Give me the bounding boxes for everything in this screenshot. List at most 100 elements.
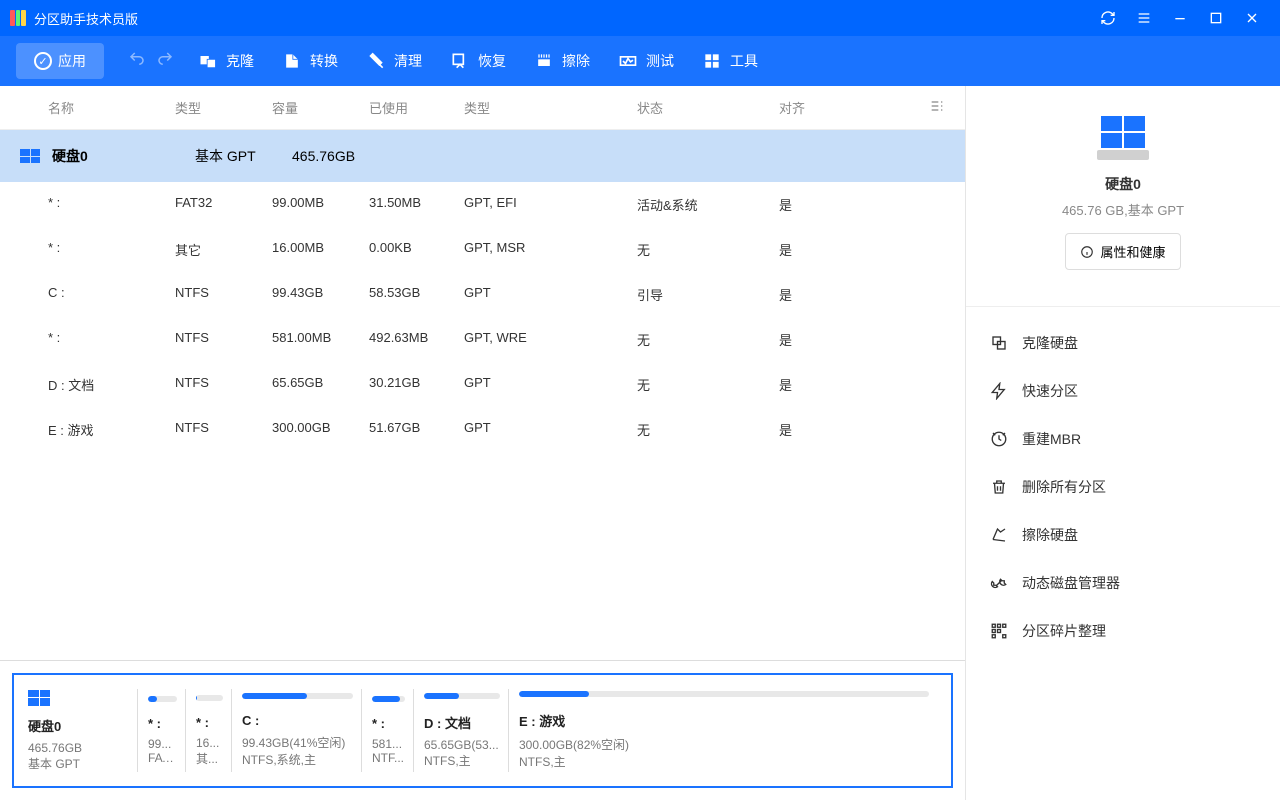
op-item[interactable]: 擦除硬盘 (966, 511, 1280, 559)
b-type: FAT... (148, 751, 177, 765)
p-name: * : (20, 195, 175, 214)
bottom-partition-card[interactable]: E : 游戏300.00GB(82%空闲)NTFS,主 (519, 689, 937, 772)
op-icon (990, 430, 1008, 448)
tool-label: 擦除 (562, 51, 590, 71)
tool-label: 克隆 (226, 51, 254, 71)
p-type1: NTFS (175, 420, 272, 439)
b-name: * : (148, 716, 177, 731)
p-name: D : 文档 (20, 375, 175, 394)
op-item[interactable]: 克隆硬盘 (966, 319, 1280, 367)
tool-label: 工具 (730, 51, 758, 71)
b-type: NTF... (372, 751, 405, 765)
tool-转换[interactable]: 转换 (282, 51, 338, 71)
apply-label: 应用 (58, 51, 86, 71)
op-item[interactable]: 动态磁盘管理器 (966, 559, 1280, 607)
p-used: 0.00KB (369, 240, 464, 259)
bottom-disk-card[interactable]: 硬盘0465.76GB基本 GPT (28, 689, 138, 772)
op-label: 重建MBR (1022, 429, 1081, 449)
op-item[interactable]: 重建MBR (966, 415, 1280, 463)
partition-row[interactable]: C :NTFS99.43GB58.53GBGPT引导是 (0, 272, 965, 317)
p-type1: NTFS (175, 285, 272, 304)
b-name: * : (196, 715, 223, 730)
p-status: 活动&系统 (637, 195, 779, 214)
disk-row[interactable]: 硬盘0 基本 GPT 465.76GB (0, 130, 965, 182)
partition-row[interactable]: * :NTFS581.00MB492.63MBGPT, WRE无是 (0, 317, 965, 362)
p-align: 是 (779, 195, 874, 214)
toolbar: ✓ 应用 克隆 转换 清理 恢复 擦除 测试 工具 (0, 36, 1280, 86)
p-type1: 其它 (175, 240, 272, 259)
tool-工具[interactable]: 工具 (702, 51, 758, 71)
b-name: 硬盘0 (28, 716, 129, 735)
close-button[interactable] (1234, 0, 1270, 36)
op-item[interactable]: 删除所有分区 (966, 463, 1280, 511)
tool-恢复[interactable]: 恢复 (450, 51, 506, 71)
check-icon: ✓ (34, 52, 52, 70)
tool-label: 测试 (646, 51, 674, 71)
op-label: 删除所有分区 (1022, 477, 1106, 497)
p-name: C : (20, 285, 175, 304)
op-icon (990, 382, 1008, 400)
tool-icon (534, 51, 554, 71)
apply-button[interactable]: ✓ 应用 (16, 43, 104, 79)
op-item[interactable]: 分区碎片整理 (966, 607, 1280, 655)
partition-row[interactable]: * :其它16.00MB0.00KBGPT, MSR无是 (0, 227, 965, 272)
p-name: * : (20, 240, 175, 259)
p-status: 无 (637, 420, 779, 439)
tool-擦除[interactable]: 擦除 (534, 51, 590, 71)
p-status: 无 (637, 375, 779, 394)
b-size: 465.76GB (28, 741, 129, 755)
tool-清理[interactable]: 清理 (366, 51, 422, 71)
b-name: E : 游戏 (519, 711, 929, 730)
redo-button[interactable] (156, 50, 174, 73)
op-label: 动态磁盘管理器 (1022, 573, 1120, 593)
bottom-partition-card[interactable]: * :99...FAT... (148, 689, 186, 772)
app-title: 分区助手技术员版 (34, 9, 138, 28)
bottom-partition-card[interactable]: * :581...NTF... (372, 689, 414, 772)
refresh-button[interactable] (1090, 0, 1126, 36)
menu-button[interactable] (1126, 0, 1162, 36)
tool-icon (702, 51, 722, 71)
tool-label: 清理 (394, 51, 422, 71)
tool-测试[interactable]: 测试 (618, 51, 674, 71)
p-type2: GPT (464, 420, 637, 439)
options-icon[interactable] (874, 98, 945, 117)
tool-icon (450, 51, 470, 71)
p-status: 无 (637, 330, 779, 349)
op-icon (990, 622, 1008, 640)
disk-type: 基本 GPT (195, 146, 292, 166)
b-type: NTFS,系统,主 (242, 751, 353, 768)
p-type2: GPT, MSR (464, 240, 637, 259)
p-used: 30.21GB (369, 375, 464, 394)
minimize-button[interactable] (1162, 0, 1198, 36)
tool-icon (618, 51, 638, 71)
bottom-partition-card[interactable]: C :99.43GB(41%空闲)NTFS,系统,主 (242, 689, 362, 772)
properties-button[interactable]: 属性和健康 (1065, 233, 1180, 270)
usage-bar (242, 693, 353, 699)
maximize-button[interactable] (1198, 0, 1234, 36)
p-cap: 300.00GB (272, 420, 369, 439)
bottom-partition-card[interactable]: * :16...其... (196, 689, 232, 772)
p-used: 492.63MB (369, 330, 464, 349)
p-type2: GPT (464, 285, 637, 304)
b-size: 300.00GB(82%空闲) (519, 736, 929, 753)
p-align: 是 (779, 285, 874, 304)
tool-label: 恢复 (478, 51, 506, 71)
op-icon (990, 478, 1008, 496)
bottom-partition-card[interactable]: D : 文档65.65GB(53...NTFS,主 (424, 689, 509, 772)
bottom-panel: 硬盘0465.76GB基本 GPT* :99...FAT...* :16...其… (0, 660, 965, 800)
p-used: 58.53GB (369, 285, 464, 304)
op-label: 分区碎片整理 (1022, 621, 1106, 641)
partition-row[interactable]: * :FAT3299.00MB31.50MBGPT, EFI活动&系统是 (0, 182, 965, 227)
tool-克隆[interactable]: 克隆 (198, 51, 254, 71)
op-icon (990, 526, 1008, 544)
partition-row[interactable]: E : 游戏NTFS300.00GB51.67GBGPT无是 (0, 407, 965, 452)
undo-button[interactable] (128, 50, 146, 73)
p-align: 是 (779, 420, 874, 439)
op-item[interactable]: 快速分区 (966, 367, 1280, 415)
disk-name: 硬盘0 (52, 146, 195, 166)
p-used: 51.67GB (369, 420, 464, 439)
b-size: 65.65GB(53... (424, 738, 500, 752)
col-name: 名称 (20, 98, 175, 117)
partition-row[interactable]: D : 文档NTFS65.65GB30.21GBGPT无是 (0, 362, 965, 407)
op-label: 擦除硬盘 (1022, 525, 1078, 545)
